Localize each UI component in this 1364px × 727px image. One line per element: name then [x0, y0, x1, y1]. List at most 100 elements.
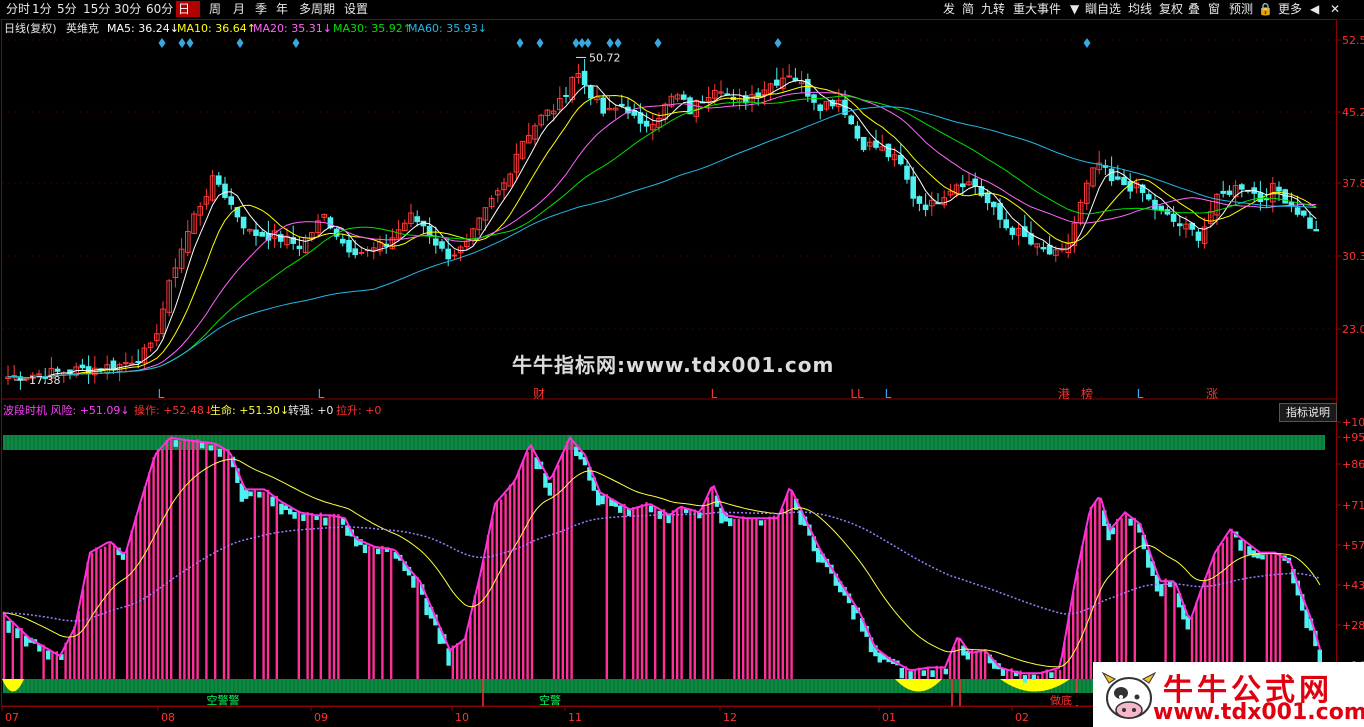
toolbar-btn-2[interactable]: 简 [960, 1, 978, 17]
logo-url: www.tdx001.com [1153, 700, 1364, 725]
indicator-legend-item: 操作: +52.48↓ [134, 404, 214, 417]
ind-bar-up [1124, 514, 1128, 679]
candle-down [581, 70, 588, 86]
period-label: 日线(复权) [4, 22, 57, 35]
ind-bar-down [666, 514, 671, 524]
ind-bar-down [1159, 584, 1164, 597]
candle-down [898, 154, 904, 165]
tab-1[interactable]: 分时 [4, 1, 30, 17]
ma-legend-item: MA60: 35.93↓ [408, 22, 487, 35]
ind-bar-up [222, 448, 226, 679]
toolbar-btn-7[interactable]: 均线 [1126, 1, 1156, 17]
low-annotation: 17.38 [29, 374, 61, 387]
ind-bar-down [323, 517, 328, 526]
tab-8[interactable]: 周 [207, 1, 231, 17]
candle-down [643, 120, 650, 127]
tab-6[interactable]: 60分 [144, 1, 176, 17]
ind-bar-up [790, 490, 793, 679]
candle-down [1040, 246, 1047, 250]
candle-down [1170, 213, 1177, 222]
ind-bar-down [600, 495, 605, 505]
ind-bar-up [1116, 518, 1119, 679]
ind-bar-up [253, 488, 256, 679]
tab-10[interactable]: 季 [253, 1, 274, 17]
toolbar-btn-9[interactable]: 叠 [1186, 1, 1205, 17]
candle-down [910, 176, 917, 199]
ind-bar-up [979, 650, 982, 679]
candle-down [1003, 219, 1010, 229]
ind-bar-down [877, 652, 882, 663]
ind-bar-down [899, 667, 904, 679]
toolbar-btn-14[interactable]: ◀ [1308, 1, 1326, 17]
toolbar-btn-4[interactable]: 重大事件 [1011, 1, 1067, 17]
ind-bar-up [148, 472, 151, 679]
toolbar-btn-15[interactable]: ✕ [1328, 1, 1348, 17]
candle-down [916, 196, 923, 204]
toolbar-btn-8[interactable]: 复权 [1157, 1, 1185, 17]
ind-bar-up [1080, 545, 1084, 679]
high-annotation: 50.72 [589, 51, 621, 64]
candle-down [426, 225, 433, 237]
ind-bar-up [1089, 506, 1092, 679]
indicator-legend-item: 生命: +51.30↓ [210, 404, 290, 417]
ind-bar-up [1094, 501, 1097, 679]
toolbar-btn-1[interactable]: 发 [941, 1, 959, 17]
toolbar-btn-5[interactable]: ▼ [1068, 1, 1082, 17]
candle-down [960, 183, 966, 188]
indicator-mark: 空警警 [207, 693, 240, 707]
candle-down [1307, 217, 1313, 229]
ind-bar-down [547, 482, 552, 496]
signal-label: 涨 [1206, 386, 1218, 401]
toolbar-btn-11[interactable]: 预测 [1227, 1, 1255, 17]
ma5-line [7, 79, 1317, 379]
candle-down [1313, 229, 1320, 232]
indicator-legend-item: 转强: +0 [288, 404, 334, 417]
ind-bar-up [372, 546, 375, 679]
tab-3[interactable]: 5分 [55, 1, 81, 17]
ind-bar-up [491, 517, 494, 679]
x-axis-label: 07 [5, 711, 19, 724]
tab-12[interactable]: 多周期 [297, 1, 342, 17]
tab-9[interactable]: 月 [231, 1, 253, 17]
candle-down [1158, 205, 1165, 211]
tab-4[interactable]: 15分 [81, 1, 112, 17]
ind-bar-up [73, 626, 76, 679]
x-axis-label: 12 [723, 711, 737, 724]
indicator-mark: 空警 [539, 693, 561, 707]
toolbar-btn-13[interactable]: 更多 [1276, 1, 1306, 17]
ind-bar-down [257, 491, 262, 498]
toolbar-btn-6[interactable]: 瞓自选 [1083, 1, 1125, 17]
toolbar-btn-3[interactable]: 九转 [979, 1, 1009, 17]
tab-11[interactable]: 年 [274, 1, 297, 17]
toolbar-btn-10[interactable]: 窗 [1206, 1, 1226, 17]
ind-bar-up [742, 516, 745, 679]
ind-bar-up [623, 503, 626, 679]
candle-down [885, 143, 892, 158]
ind-bar-up [337, 514, 340, 679]
indicator-axis-label: +100 [1342, 416, 1364, 429]
toolbar-btn-12[interactable]: 🔒 [1256, 1, 1274, 17]
ind-bar-up [689, 508, 692, 679]
price-axis-label: 45.2 [1342, 106, 1364, 119]
indicator-mark: 做底 [1050, 693, 1072, 707]
tab-5[interactable]: 30分 [112, 1, 144, 17]
ind-bar-up [332, 513, 336, 679]
ind-bar-up [460, 641, 463, 679]
indicator-help-button[interactable]: 指标说明 [1279, 403, 1337, 422]
ind-bar-up [557, 464, 560, 679]
signal-label: L [158, 387, 165, 401]
candle-down [972, 178, 979, 187]
x-axis-label: 11 [568, 711, 582, 724]
ma60-line [7, 106, 1317, 379]
ind-bar-up [522, 459, 525, 679]
tab-2[interactable]: 1分 [30, 1, 55, 17]
ind-bar-up [214, 444, 217, 679]
ind-bar-down [1247, 546, 1252, 555]
cow-logo-icon [1101, 671, 1157, 719]
ind-bar-up [205, 443, 208, 679]
tab-13[interactable]: 设置 [342, 1, 370, 17]
ind-bar-up [112, 543, 116, 679]
price-axis-label: 37.8 [1342, 177, 1364, 190]
ind-bar-down [618, 505, 623, 513]
tab-7[interactable]: 日 [176, 1, 200, 17]
